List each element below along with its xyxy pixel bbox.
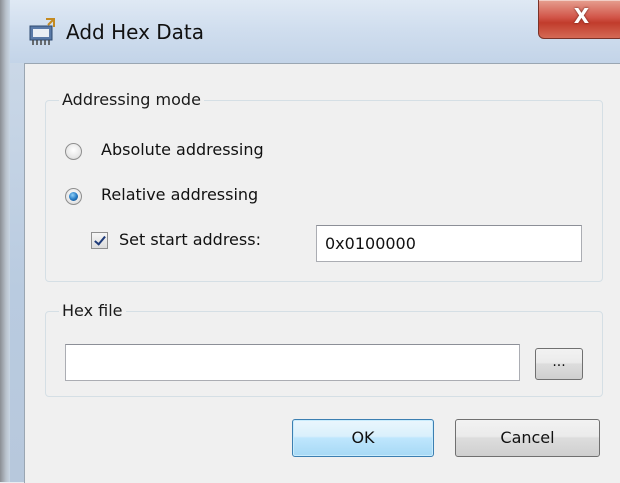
window-frame-left bbox=[0, 0, 10, 482]
set-start-address-checkbox[interactable] bbox=[91, 232, 108, 249]
absolute-addressing-label[interactable]: Absolute addressing bbox=[101, 140, 264, 159]
set-start-address-label[interactable]: Set start address: bbox=[119, 230, 261, 249]
dialog-window: Add Hex Data X Addressing mode Absolute … bbox=[0, 0, 620, 483]
close-button[interactable]: X bbox=[538, 0, 620, 39]
relative-addressing-radio[interactable] bbox=[65, 188, 82, 205]
start-address-input[interactable] bbox=[316, 225, 582, 262]
dialog-body: Addressing mode Absolute addressing Rela… bbox=[24, 63, 620, 483]
cancel-button[interactable]: Cancel bbox=[455, 419, 600, 457]
close-icon: X bbox=[573, 4, 590, 28]
title-bar[interactable]: Add Hex Data X bbox=[10, 0, 620, 63]
ok-button[interactable]: OK bbox=[292, 419, 434, 457]
hex-file-input[interactable] bbox=[65, 344, 520, 381]
addressing-mode-label: Addressing mode bbox=[59, 90, 204, 109]
chip-icon bbox=[29, 18, 55, 45]
browse-button[interactable]: ... bbox=[535, 348, 583, 380]
window-title: Add Hex Data bbox=[66, 20, 205, 44]
absolute-addressing-radio[interactable] bbox=[65, 143, 82, 160]
relative-addressing-label[interactable]: Relative addressing bbox=[101, 185, 258, 204]
hex-file-label: Hex file bbox=[59, 301, 126, 320]
